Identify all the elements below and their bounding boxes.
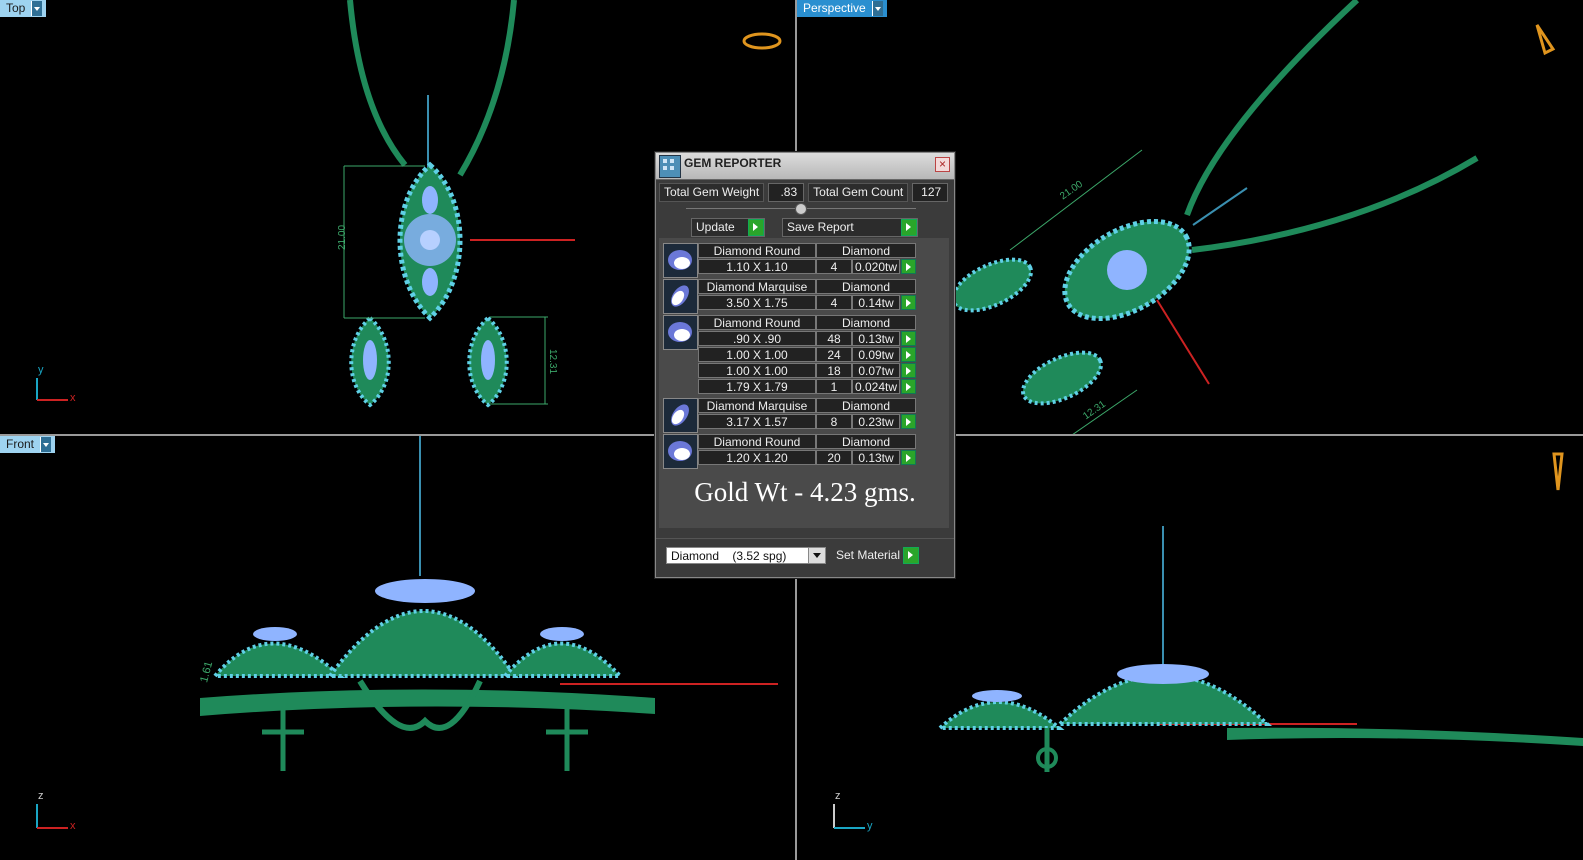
gem-reporter-app-icon	[659, 155, 681, 178]
viewport-label-text: Perspective	[803, 1, 866, 15]
axis-label-x: x	[70, 820, 76, 832]
gem-count: 1	[816, 379, 852, 394]
gem-count: 4	[816, 259, 852, 274]
total-gem-count-value: 127	[912, 183, 949, 202]
chevron-down-icon[interactable]	[871, 1, 883, 16]
viewport-label-top[interactable]: Top	[0, 0, 47, 17]
gem-count: 8	[816, 414, 852, 429]
gem-weight: 0.13tw	[852, 331, 900, 346]
dim-earring-height: 12.31	[547, 348, 559, 375]
play-icon	[901, 219, 917, 236]
diamond-round-icon	[663, 315, 698, 350]
save-report-label: Save Report	[787, 220, 854, 234]
gold-weight-text: Gold Wt - 4.23 gms.	[694, 477, 916, 507]
viewport-label-text: Front	[6, 437, 35, 451]
save-report-button[interactable]: Save Report	[782, 218, 918, 237]
close-icon[interactable]: ×	[935, 157, 950, 172]
gem-material: Diamond	[816, 279, 916, 294]
select-gem-arrow-icon[interactable]	[901, 363, 916, 378]
update-label: Update	[696, 220, 735, 234]
update-button[interactable]: Update	[691, 218, 765, 237]
viewport-label-front[interactable]: Front	[0, 436, 56, 453]
gem-shape: Diamond Marquise	[698, 398, 816, 413]
diamond-round-icon	[663, 434, 698, 469]
total-gem-weight-label: Total Gem Weight	[659, 183, 765, 202]
gem-count: 4	[816, 295, 852, 310]
diamond-marquise-icon	[663, 398, 698, 433]
gem-size: .90 X .90	[698, 331, 816, 346]
gem-count: 24	[816, 347, 852, 362]
select-gem-arrow-icon[interactable]	[901, 295, 916, 310]
gem-size: 3.17 X 1.57	[698, 414, 816, 429]
viewport-label-perspective[interactable]: Perspective	[797, 0, 887, 17]
select-gem-arrow-icon[interactable]	[901, 259, 916, 274]
gem-size: 1.79 X 1.79	[698, 379, 816, 394]
play-icon	[748, 219, 764, 236]
select-gem-arrow-icon[interactable]	[901, 379, 916, 394]
axis-label-z: z	[38, 790, 44, 802]
gem-weight: 0.09tw	[852, 347, 900, 362]
axis-label-x: x	[70, 392, 76, 404]
gem-count: 18	[816, 363, 852, 378]
gem-count: 20	[816, 450, 852, 465]
set-material-label: Set Material	[836, 548, 901, 562]
material-select[interactable]: Diamond (3.52 spg)	[666, 547, 826, 564]
gem-reporter-panel[interactable]: GEM REPORTER × Total Gem Weight .83 Tota…	[655, 152, 955, 578]
chevron-down-icon[interactable]	[808, 548, 825, 563]
diamond-marquise-icon	[663, 279, 698, 314]
select-gem-arrow-icon[interactable]	[901, 414, 916, 429]
gem-material: Diamond	[816, 434, 916, 449]
gem-weight: 0.020tw	[852, 259, 900, 274]
gem-material: Diamond	[816, 398, 916, 413]
gem-weight: 0.024tw	[852, 379, 900, 394]
gem-weight: 0.14tw	[852, 295, 900, 310]
totals-row: Total Gem Weight .83 Total Gem Count 127	[659, 183, 949, 202]
gem-weight: 0.23tw	[852, 414, 900, 429]
axis-label-z: z	[835, 790, 841, 802]
material-select-value: Diamond (3.52 spg)	[671, 549, 787, 563]
gem-material: Diamond	[816, 315, 916, 330]
viewport-label-text: Top	[6, 1, 26, 15]
select-gem-arrow-icon[interactable]	[901, 331, 916, 346]
chevron-down-icon[interactable]	[31, 1, 43, 16]
gem-size: 1.00 X 1.00	[698, 347, 816, 362]
gem-size: 3.50 X 1.75	[698, 295, 816, 310]
total-gem-weight-value: .83	[768, 183, 805, 202]
axis-label-y: y	[867, 820, 873, 832]
diamond-round-icon	[663, 243, 698, 278]
gem-count: 48	[816, 331, 852, 346]
gem-shape: Diamond Round	[698, 434, 816, 449]
gem-size: 1.10 X 1.10	[698, 259, 816, 274]
gem-reporter-title: GEM REPORTER	[684, 156, 782, 170]
splitter-handle[interactable]	[795, 203, 807, 215]
dim-pendant-height: 21.00	[337, 224, 349, 251]
gem-size: 1.20 X 1.20	[698, 450, 816, 465]
select-gem-arrow-icon[interactable]	[901, 450, 916, 465]
material-bar: Diamond (3.52 spg) Set Material	[656, 538, 954, 575]
gem-weight: 0.13tw	[852, 450, 900, 465]
gem-reporter-titlebar[interactable]: GEM REPORTER ×	[656, 153, 954, 180]
gem-weight: 0.07tw	[852, 363, 900, 378]
chevron-down-icon[interactable]	[40, 437, 52, 452]
axis-label-y: y	[38, 364, 44, 376]
gem-size: 1.00 X 1.00	[698, 363, 816, 378]
play-icon	[903, 547, 920, 565]
gem-shape: Diamond Round	[698, 315, 816, 330]
gem-material: Diamond	[816, 243, 916, 258]
select-gem-arrow-icon[interactable]	[901, 347, 916, 362]
gem-shape: Diamond Round	[698, 243, 816, 258]
total-gem-count-label: Total Gem Count	[808, 183, 909, 202]
set-material-button[interactable]: Set Material	[836, 547, 920, 565]
gem-shape: Diamond Marquise	[698, 279, 816, 294]
